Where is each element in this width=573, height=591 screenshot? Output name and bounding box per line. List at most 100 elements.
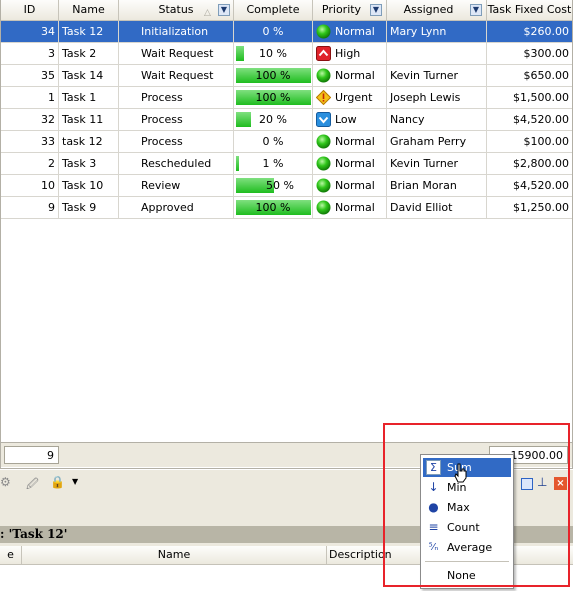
cell-status[interactable]: Process (119, 109, 234, 130)
tool-icon[interactable]: ⚙ (0, 475, 11, 489)
green-ball-icon (316, 178, 331, 193)
panel-col-first[interactable]: e (0, 546, 22, 564)
progress-text: 0 % (262, 25, 284, 38)
cell-priority[interactable]: High (313, 43, 387, 64)
cell-task-fixed-cost[interactable]: $650.00 (487, 65, 572, 86)
priority-label: Normal (335, 179, 375, 192)
cell-task-fixed-cost[interactable]: $4,520.00 (487, 175, 572, 196)
cell-assigned[interactable] (387, 43, 487, 64)
table-row[interactable]: 2 Task 3 Rescheduled 1 % Normal Kevin Turner $… (1, 153, 572, 175)
cell-priority[interactable]: Normal (313, 197, 387, 218)
cell-complete[interactable]: 100 % (234, 197, 313, 218)
cell-task-fixed-cost[interactable]: $300.00 (487, 43, 572, 64)
table-row[interactable]: 32 Task 11 Process 20 % Low Nancy $4,520.00 (1, 109, 572, 131)
cell-id[interactable]: 1 (1, 87, 59, 108)
header-priority[interactable]: Priority ▼ (313, 0, 387, 20)
cell-name[interactable]: Task 11 (59, 109, 119, 130)
cell-complete[interactable]: 100 % (234, 87, 313, 108)
cell-status[interactable]: Process (119, 87, 234, 108)
cell-task-fixed-cost[interactable]: $260.00 (487, 21, 572, 42)
lock-icon[interactable]: 🔒 (50, 475, 65, 489)
cell-priority[interactable]: Normal (313, 131, 387, 152)
cell-complete[interactable]: 1 % (234, 153, 313, 174)
cell-id[interactable]: 33 (1, 131, 59, 152)
cell-task-fixed-cost[interactable]: $100.00 (487, 131, 572, 152)
cell-status[interactable]: Approved (119, 197, 234, 218)
cell-status[interactable]: Initialization (119, 21, 234, 42)
header-task-fixed-cost[interactable]: Task Fixed Cost (487, 0, 572, 20)
cell-task-fixed-cost[interactable]: $1,500.00 (487, 87, 572, 108)
panel-col-name[interactable]: Name (22, 546, 327, 564)
cell-status[interactable]: Wait Request (119, 43, 234, 64)
cell-name[interactable]: Task 9 (59, 197, 119, 218)
cell-complete[interactable]: 0 % (234, 21, 313, 42)
cell-complete[interactable]: 50 % (234, 175, 313, 196)
priority-label: Normal (335, 25, 375, 38)
cell-priority[interactable]: Normal (313, 153, 387, 174)
cell-name[interactable]: Task 1 (59, 87, 119, 108)
cell-complete[interactable]: 100 % (234, 65, 313, 86)
header-status[interactable]: Status △ ▼ (119, 0, 234, 20)
cell-assigned[interactable]: David Elliot (387, 197, 487, 218)
header-assigned[interactable]: Assigned ▼ (387, 0, 487, 20)
cell-name[interactable]: Task 3 (59, 153, 119, 174)
cell-status[interactable]: Review (119, 175, 234, 196)
cell-task-fixed-cost[interactable]: $1,250.00 (487, 197, 572, 218)
cell-name[interactable]: Task 2 (59, 43, 119, 64)
header-complete[interactable]: Complete (234, 0, 313, 20)
green-ball-icon (316, 200, 331, 215)
filter-dropdown-icon[interactable]: ▼ (470, 4, 482, 16)
table-row[interactable]: 34 Task 12 Initialization 0 % Normal Mary Lyn… (1, 21, 572, 43)
cell-id[interactable]: 9 (1, 197, 59, 218)
table-row[interactable]: 1 Task 1 Process 100 % Urgent Joseph Lewis $1,… (1, 87, 572, 109)
cell-assigned[interactable]: Joseph Lewis (387, 87, 487, 108)
priority-label: Normal (335, 135, 375, 148)
cell-id[interactable]: 34 (1, 21, 59, 42)
cell-assigned[interactable]: Graham Perry (387, 131, 487, 152)
cell-priority[interactable]: Normal (313, 21, 387, 42)
priority-label: Normal (335, 201, 375, 214)
cell-priority[interactable]: Normal (313, 65, 387, 86)
cell-assigned[interactable]: Mary Lynn (387, 21, 487, 42)
table-row[interactable]: 10 Task 10 Review 50 % Normal Brian Moran $4,5… (1, 175, 572, 197)
cell-priority[interactable]: Normal (313, 175, 387, 196)
warning-diamond-icon (315, 89, 332, 106)
table-row[interactable]: 33 task 12 Process 0 % Normal Graham Perry $10… (1, 131, 572, 153)
cell-name[interactable]: Task 10 (59, 175, 119, 196)
priority-label: Urgent (335, 91, 373, 104)
filter-dropdown-icon[interactable]: ▼ (370, 4, 382, 16)
cell-assigned[interactable]: Brian Moran (387, 175, 487, 196)
cell-priority[interactable]: Low (313, 109, 387, 130)
cell-assigned[interactable]: Kevin Turner (387, 65, 487, 86)
cell-name[interactable]: task 12 (59, 131, 119, 152)
table-row[interactable]: 3 Task 2 Wait Request 10 % High $300.00 (1, 43, 572, 65)
cell-assigned[interactable]: Nancy (387, 109, 487, 130)
cell-status[interactable]: Process (119, 131, 234, 152)
cell-id[interactable]: 35 (1, 65, 59, 86)
cell-task-fixed-cost[interactable]: $4,520.00 (487, 109, 572, 130)
table-row[interactable]: 9 Task 9 Approved 100 % Normal David Elliot $1… (1, 197, 572, 219)
cell-complete[interactable]: 20 % (234, 109, 313, 130)
cell-name[interactable]: Task 12 (59, 21, 119, 42)
cell-complete[interactable]: 10 % (234, 43, 313, 64)
cell-complete[interactable]: 0 % (234, 131, 313, 152)
table-row[interactable]: 35 Task 14 Wait Request 100 % Normal Kevin Tu… (1, 65, 572, 87)
priority-label: High (335, 47, 361, 60)
cell-id[interactable]: 10 (1, 175, 59, 196)
cell-task-fixed-cost[interactable]: $2,800.00 (487, 153, 572, 174)
cell-name[interactable]: Task 14 (59, 65, 119, 86)
cell-status[interactable]: Rescheduled (119, 153, 234, 174)
progress-text: 20 % (259, 113, 287, 126)
header-name[interactable]: Name (59, 0, 119, 20)
cell-id[interactable]: 3 (1, 43, 59, 64)
header-id[interactable]: ID (1, 0, 59, 20)
footer-count-cell[interactable]: 9 (4, 446, 59, 464)
cell-status[interactable]: Wait Request (119, 65, 234, 86)
chevron-down-icon[interactable]: ▼ (72, 477, 78, 486)
cell-assigned[interactable]: Kevin Turner (387, 153, 487, 174)
filter-dropdown-icon[interactable]: ▼ (218, 4, 230, 16)
cell-id[interactable]: 32 (1, 109, 59, 130)
cell-priority[interactable]: Urgent (313, 87, 387, 108)
attach-icon[interactable]: 🖉 (26, 475, 39, 496)
cell-id[interactable]: 2 (1, 153, 59, 174)
